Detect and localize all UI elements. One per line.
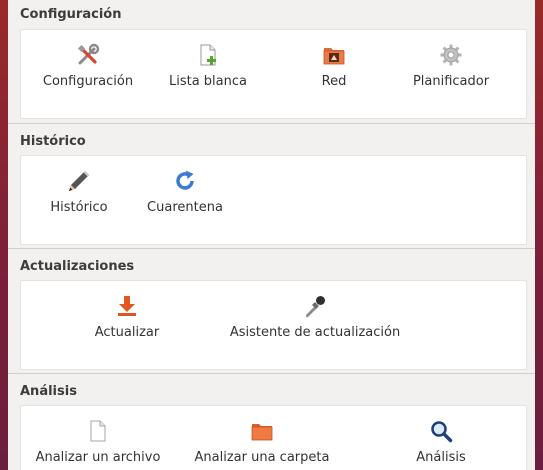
planificador-label: Planificador <box>412 74 490 89</box>
analizar-archivo-label: Analizar un archivo <box>35 450 161 465</box>
panel-configuracion: Configuración Lista blanca Red Planifica… <box>20 29 527 119</box>
historico-label: Histórico <box>50 200 108 215</box>
actualizar-label: Actualizar <box>94 325 160 340</box>
configuracion-label: Configuración <box>42 74 134 89</box>
magnifier-icon <box>431 421 453 443</box>
panel-historico: Histórico Cuarentena <box>20 155 527 245</box>
section-title-actualizaciones: Actualizaciones <box>20 259 135 274</box>
asistente-actualizacion-label: Asistente de actualización <box>229 325 401 340</box>
analizar-archivo-button[interactable]: Analizar un archivo <box>28 419 168 465</box>
lista-blanca-label: Lista blanca <box>168 74 247 89</box>
section-title-analisis: Análisis <box>20 384 77 399</box>
separator <box>8 373 535 374</box>
actualizar-button[interactable]: Actualizar <box>57 294 197 340</box>
gear-icon <box>440 44 462 66</box>
download-icon <box>118 296 136 316</box>
refresh-icon <box>176 170 194 190</box>
separator <box>8 248 535 249</box>
main-window: Configuración Configuración Lista blanca <box>8 0 535 470</box>
lista-blanca-button[interactable]: Lista blanca <box>138 43 278 89</box>
red-label: Red <box>321 74 347 89</box>
separator <box>8 123 535 124</box>
configuracion-button[interactable]: Configuración <box>18 43 158 89</box>
network-folder-icon <box>323 48 345 65</box>
panel-analisis: Analizar un archivo Analizar una carpeta… <box>20 405 527 470</box>
analizar-carpeta-button[interactable]: Analizar una carpeta <box>192 419 332 465</box>
planificador-button[interactable]: Planificador <box>381 43 521 89</box>
section-title-configuracion: Configuración <box>20 7 122 22</box>
folder-icon <box>251 424 273 441</box>
pencil-icon <box>69 171 89 191</box>
cuarentena-label: Cuarentena <box>147 200 223 215</box>
panel-actualizaciones: Actualizar Asistente de actualización <box>20 280 527 370</box>
tools-icon <box>77 43 100 65</box>
analizar-carpeta-label: Analizar una carpeta <box>194 450 330 465</box>
analisis-button[interactable]: Análisis <box>371 419 511 465</box>
analisis-label: Análisis <box>416 450 466 465</box>
eyedropper-icon <box>306 296 325 318</box>
asistente-actualizacion-button[interactable]: Asistente de actualización <box>230 294 400 340</box>
cuarentena-button[interactable]: Cuarentena <box>115 169 255 215</box>
file-icon <box>90 420 106 442</box>
document-add-icon <box>200 44 216 66</box>
section-title-historico: Histórico <box>20 134 86 149</box>
